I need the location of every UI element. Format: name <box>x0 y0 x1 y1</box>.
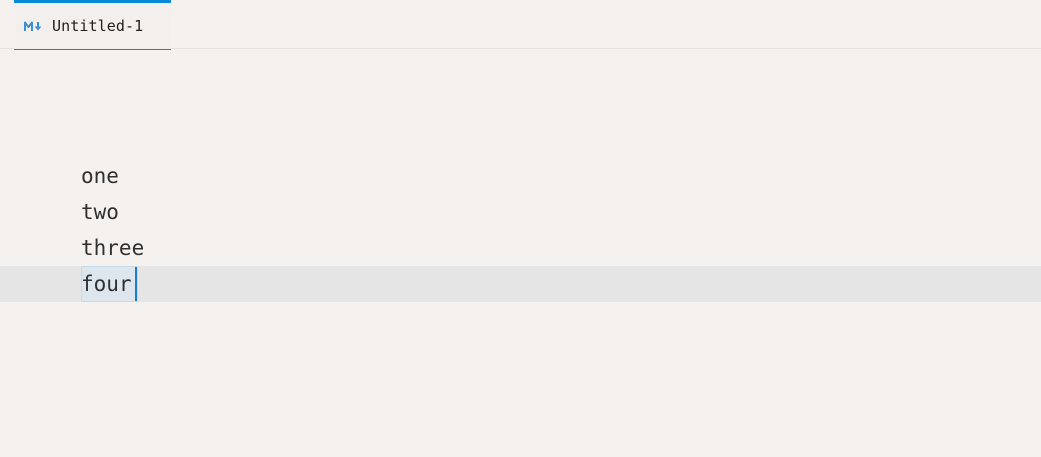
editor-line[interactable]: two <box>0 194 1041 230</box>
editor-line[interactable]: three <box>0 230 1041 266</box>
text-cursor <box>135 267 137 301</box>
line-text: four <box>81 272 132 296</box>
editor-line-current[interactable]: four <box>0 266 1041 302</box>
tab-untitled-1[interactable]: Untitled-1 <box>14 0 171 50</box>
editor-line[interactable]: one <box>0 158 1041 194</box>
line-text: one <box>81 164 119 188</box>
line-text: two <box>81 200 119 224</box>
editor-area[interactable]: one two three four <box>0 50 1041 457</box>
tab-label: Untitled-1 <box>52 16 144 35</box>
markdown-icon <box>24 21 43 32</box>
line-text: three <box>81 236 145 260</box>
tab-bar: Untitled-1 <box>0 0 1041 50</box>
